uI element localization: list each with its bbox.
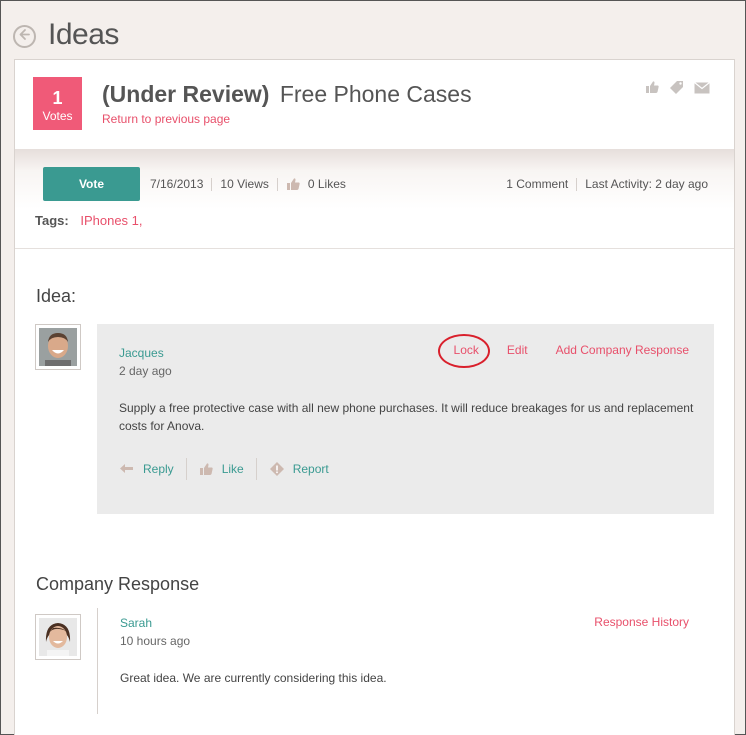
idea-heading: Idea: bbox=[36, 286, 77, 306]
idea-meta-band: Vote 7/16/2013 10 Views 0 Likes 1 Commen… bbox=[15, 149, 734, 249]
title-icon-group bbox=[645, 80, 710, 99]
idea-status: (Under Review) bbox=[102, 81, 270, 107]
tags-row: Tags: IPhones 1, bbox=[35, 213, 143, 228]
report-button[interactable]: Report bbox=[269, 461, 329, 477]
report-diamond-icon bbox=[269, 461, 285, 477]
idea-title: (Under Review) Free Phone Cases bbox=[102, 81, 472, 108]
comment-count: 1 Comment bbox=[506, 177, 569, 191]
response-text: Great idea. We are currently considering… bbox=[120, 671, 387, 685]
idea-reply-bar: Reply Like Report bbox=[119, 458, 329, 480]
idea-card: 1 Votes (Under Review) Free Phone Cases … bbox=[14, 59, 735, 735]
tags-label: Tags: bbox=[35, 213, 69, 228]
divider bbox=[185, 458, 187, 480]
idea-text: Supply a free protective case with all n… bbox=[119, 401, 694, 433]
like-button[interactable]: Like bbox=[199, 462, 244, 476]
reply-label: Reply bbox=[143, 462, 174, 476]
divider bbox=[276, 177, 278, 191]
company-response-heading: Company Response bbox=[36, 574, 200, 594]
reply-arrow-icon bbox=[119, 463, 135, 475]
idea-post: Jacques 2 day ago Lock Edit Add Company … bbox=[97, 324, 714, 514]
idea-date: 7/16/2013 bbox=[150, 177, 204, 191]
report-label: Report bbox=[292, 462, 329, 476]
idea-actions: Lock Edit Add Company Response bbox=[437, 334, 689, 368]
tag-link[interactable]: IPhones 1, bbox=[80, 213, 142, 228]
page-title: Ideas bbox=[48, 18, 119, 51]
idea-stats: 7/16/2013 10 Views 0 Likes bbox=[150, 177, 346, 191]
thumbs-up-icon bbox=[286, 177, 301, 191]
votes-label: Votes bbox=[42, 109, 73, 123]
highlight-circle bbox=[437, 334, 490, 368]
company-response: Sarah 10 hours ago Response History Grea… bbox=[97, 608, 714, 714]
avatar[interactable] bbox=[35, 324, 81, 370]
tag-icon[interactable] bbox=[669, 80, 685, 99]
idea-activity: 1 Comment Last Activity: 2 day ago bbox=[506, 177, 708, 191]
thumbs-up-icon bbox=[199, 462, 214, 476]
response-author[interactable]: Sarah bbox=[120, 616, 152, 630]
votes-count: 1 bbox=[52, 88, 63, 108]
divider bbox=[255, 458, 257, 480]
idea-author[interactable]: Jacques bbox=[119, 346, 164, 360]
votes-box: 1 Votes bbox=[33, 77, 82, 130]
back-button[interactable] bbox=[13, 25, 36, 48]
response-history-link[interactable]: Response History bbox=[594, 615, 689, 629]
response-time: 10 hours ago bbox=[120, 634, 191, 648]
like-label: Like bbox=[221, 462, 244, 476]
avatar[interactable] bbox=[35, 614, 81, 660]
back-arrow-icon bbox=[18, 28, 31, 46]
reply-button[interactable]: Reply bbox=[119, 462, 174, 476]
idea-title-text: Free Phone Cases bbox=[279, 81, 472, 107]
edit-link[interactable]: Edit bbox=[507, 343, 528, 357]
add-company-response-link[interactable]: Add Company Response bbox=[556, 343, 689, 357]
divider bbox=[576, 177, 578, 191]
idea-title-row: 1 Votes (Under Review) Free Phone Cases … bbox=[15, 60, 734, 150]
lock-link[interactable]: Lock bbox=[437, 334, 490, 368]
divider bbox=[211, 177, 213, 191]
vote-button[interactable]: Vote bbox=[43, 167, 140, 201]
mail-icon[interactable] bbox=[694, 81, 710, 99]
return-link[interactable]: Return to previous page bbox=[102, 112, 230, 126]
idea-likes: 0 Likes bbox=[307, 177, 346, 191]
thumbs-up-icon[interactable] bbox=[645, 80, 660, 99]
page-header: Ideas bbox=[13, 15, 119, 55]
idea-time: 2 day ago bbox=[119, 364, 172, 378]
last-activity: Last Activity: 2 day ago bbox=[585, 177, 708, 191]
idea-views: 10 Views bbox=[220, 177, 269, 191]
